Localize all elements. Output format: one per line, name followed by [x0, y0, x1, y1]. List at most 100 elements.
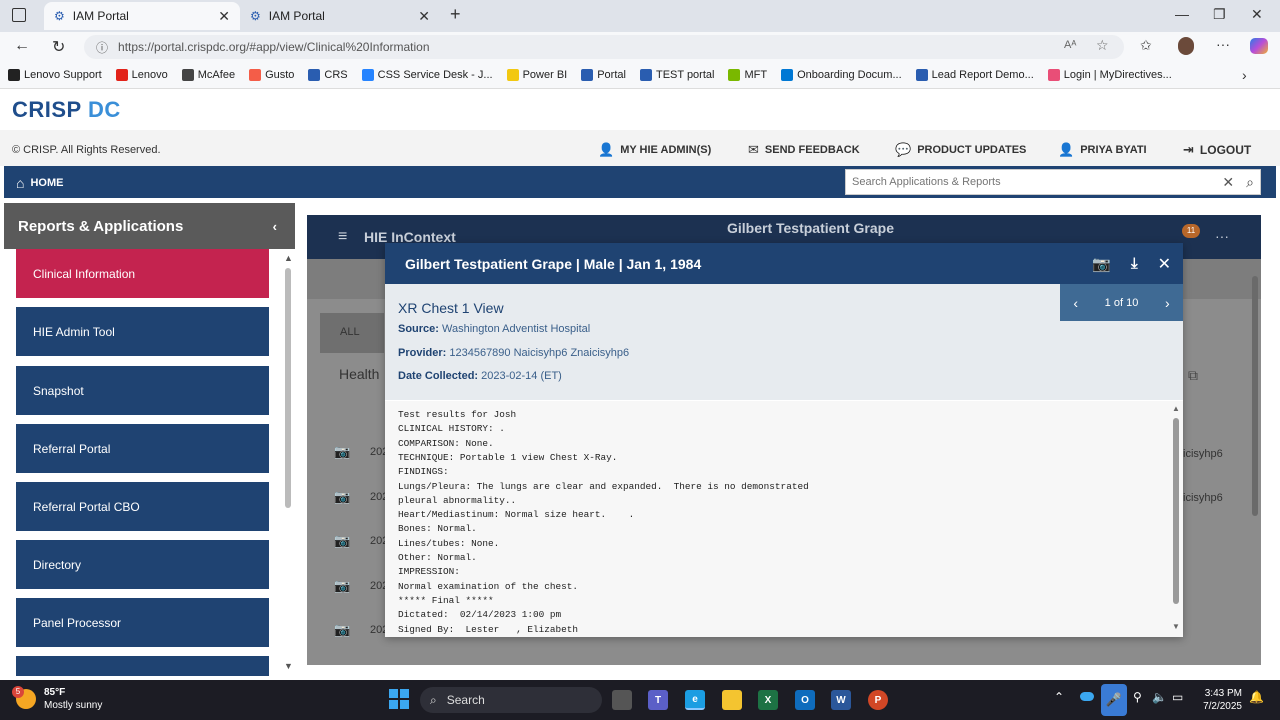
file-explorer-icon[interactable]	[722, 690, 742, 710]
bookmark-item[interactable]: Portal	[581, 69, 626, 81]
close-window-icon[interactable]: ✕	[1251, 6, 1263, 23]
bookmark-item[interactable]: CSS Service Desk - J...	[361, 69, 493, 81]
scroll-up-icon[interactable]: ▲	[284, 253, 293, 263]
sidebar-item-referral-portal[interactable]: Referral Portal	[16, 424, 269, 473]
bookmark-item[interactable]: MFT	[728, 69, 767, 81]
edge-icon[interactable]: e	[685, 690, 705, 710]
system-clock[interactable]: 3:43 PM 7/2/2025	[1190, 687, 1242, 713]
screenshot-camera-icon[interactable]: 📷	[1092, 255, 1111, 273]
excel-icon[interactable]: X	[758, 690, 778, 710]
logout-link[interactable]: ⇥ LOGOUT	[1183, 142, 1251, 158]
hamburger-menu-icon[interactable]: ≡	[338, 228, 347, 246]
report-scroll-up-icon[interactable]: ▲	[1172, 404, 1180, 413]
word-icon[interactable]: W	[831, 690, 851, 710]
scroll-down-icon[interactable]: ▼	[284, 661, 293, 671]
user-profile-link[interactable]: 👤 PRIYA BYATI	[1058, 142, 1147, 158]
report-text-area[interactable]: Test results for Josh CLINICAL HISTORY: .…	[385, 401, 1183, 637]
network-icon[interactable]: ⚲	[1133, 690, 1142, 704]
report-line: ***** Final *****	[398, 594, 494, 606]
bookmark-item[interactable]: TEST portal	[639, 69, 714, 81]
bookmark-item[interactable]: Lenovo	[115, 69, 168, 81]
teams-icon[interactable]: T	[648, 690, 668, 710]
onedrive-icon[interactable]	[1080, 692, 1094, 701]
bookmark-item[interactable]: Login | MyDirectives...	[1047, 69, 1172, 81]
sidebar-scrollbar[interactable]	[285, 268, 291, 508]
powerpoint-icon[interactable]: P	[868, 690, 888, 710]
my-hie-admins-link[interactable]: 👤 MY HIE ADMIN(S)	[598, 142, 711, 158]
sidebar-item-partial[interactable]	[16, 656, 269, 676]
row-provider-partial: icisyhp6	[1183, 492, 1223, 504]
next-document-icon[interactable]: ›	[1165, 295, 1170, 311]
more-menu-icon[interactable]: ···	[1216, 36, 1230, 52]
search-icon[interactable]: ⌕	[1246, 174, 1254, 191]
chevron-right-icon[interactable]: ›	[1242, 67, 1247, 83]
microphone-icon[interactable]: 🎤	[1101, 684, 1127, 716]
copilot-icon[interactable]	[1250, 38, 1268, 54]
home-link[interactable]: ⌂ HOME	[16, 175, 63, 191]
bookmark-item[interactable]: McAfee	[181, 69, 235, 81]
row-camera-icon[interactable]: 📷	[334, 578, 350, 594]
bookmark-item[interactable]: CRS	[308, 69, 348, 81]
row-camera-icon[interactable]: 📷	[334, 489, 350, 505]
bookmark-item[interactable]: Lead Report Demo...	[915, 69, 1034, 81]
url-field[interactable]: ⓘ https://portal.crispdc.org/#app/view/C…	[84, 35, 1124, 59]
browser-tab[interactable]: ⚙ IAM Portal ✕	[240, 2, 440, 30]
sidebar-item-clinical-information[interactable]: Clinical Information	[16, 249, 269, 298]
maximize-icon[interactable]: ❐	[1213, 6, 1226, 23]
download-icon[interactable]: ⤓	[1131, 255, 1138, 272]
back-icon[interactable]: ←	[14, 37, 30, 55]
panel-filter-all[interactable]: ALL	[320, 313, 384, 353]
bookmark-item[interactable]: Lenovo Support	[8, 69, 102, 81]
battery-icon[interactable]: ▭	[1172, 690, 1183, 704]
chevron-up-icon[interactable]: ⌃	[1054, 690, 1064, 704]
close-tab-icon[interactable]: ✕	[218, 8, 230, 25]
sidebar-item-directory[interactable]: Directory	[16, 540, 269, 589]
row-camera-icon[interactable]: 📷	[334, 622, 350, 638]
bookmark-item[interactable]: Power BI	[506, 69, 567, 81]
send-feedback-link[interactable]: ✉ SEND FEEDBACK	[748, 142, 860, 158]
panel-more-icon[interactable]: ···	[1215, 228, 1229, 244]
windows-start-icon[interactable]	[389, 689, 409, 709]
row-camera-icon[interactable]: 📷	[334, 533, 350, 549]
search-input[interactable]	[852, 176, 1223, 188]
read-aloud-icon[interactable]: Aᴬ	[1064, 39, 1076, 51]
weather-widget[interactable]: 5 85°F Mostly sunny	[12, 686, 102, 712]
sidebar-item-snapshot[interactable]: Snapshot	[16, 366, 269, 415]
tab-actions-icon[interactable]	[12, 8, 26, 22]
outlook-icon[interactable]: O	[795, 690, 815, 710]
temperature: 85°F	[44, 687, 66, 698]
new-tab-icon[interactable]: +	[450, 4, 461, 25]
minimize-icon[interactable]: —	[1175, 6, 1189, 22]
notification-badge[interactable]: 11	[1182, 224, 1200, 238]
panel-image-icon[interactable]: ⧉	[1188, 367, 1198, 384]
report-line: TECHNIQUE: Portable 1 view Chest X-Ray.	[398, 451, 618, 463]
previous-document-icon[interactable]: ‹	[1073, 295, 1078, 311]
close-modal-icon[interactable]: ✕	[1158, 254, 1171, 274]
report-scrollbar[interactable]	[1173, 418, 1179, 604]
crisp-logo: CRISP DC	[12, 97, 121, 122]
notifications-icon[interactable]: 🔔	[1249, 690, 1264, 704]
volume-icon[interactable]: 🔈	[1152, 690, 1167, 704]
site-info-icon[interactable]: ⓘ	[96, 39, 108, 56]
sidebar-item-panel-processor[interactable]: Panel Processor	[16, 598, 269, 647]
refresh-icon[interactable]: ↻	[52, 37, 65, 57]
document-date-collected: Date Collected: 2023-02-14 (ET)	[398, 370, 562, 382]
taskbar-search[interactable]: ⌕ Search	[420, 687, 602, 713]
profile-avatar[interactable]	[1178, 37, 1194, 55]
row-camera-icon[interactable]: 📷	[334, 444, 350, 460]
sidebar-item-referral-portal-cbo[interactable]: Referral Portal CBO	[16, 482, 269, 531]
panel-scrollbar[interactable]	[1252, 276, 1258, 516]
sidebar-item-hie-admin-tool[interactable]: HIE Admin Tool	[16, 307, 269, 356]
report-scroll-down-icon[interactable]: ▼	[1172, 622, 1180, 631]
bookmark-item[interactable]: Gusto	[249, 69, 294, 81]
browser-tab-active[interactable]: ⚙ IAM Portal ✕	[44, 2, 240, 30]
collapse-sidebar-icon[interactable]: ‹	[273, 219, 277, 234]
product-updates-link[interactable]: 💬 PRODUCT UPDATES	[895, 142, 1026, 158]
weather-badge: 5	[12, 686, 24, 698]
favorite-star-icon[interactable]: ☆	[1096, 37, 1109, 54]
bookmark-item[interactable]: Onboarding Docum...	[781, 69, 902, 81]
clear-search-icon[interactable]: ✕	[1222, 174, 1234, 191]
close-tab-icon[interactable]: ✕	[418, 8, 430, 25]
favorites-icon[interactable]: ✩	[1140, 37, 1152, 54]
task-view-icon[interactable]	[612, 690, 632, 710]
